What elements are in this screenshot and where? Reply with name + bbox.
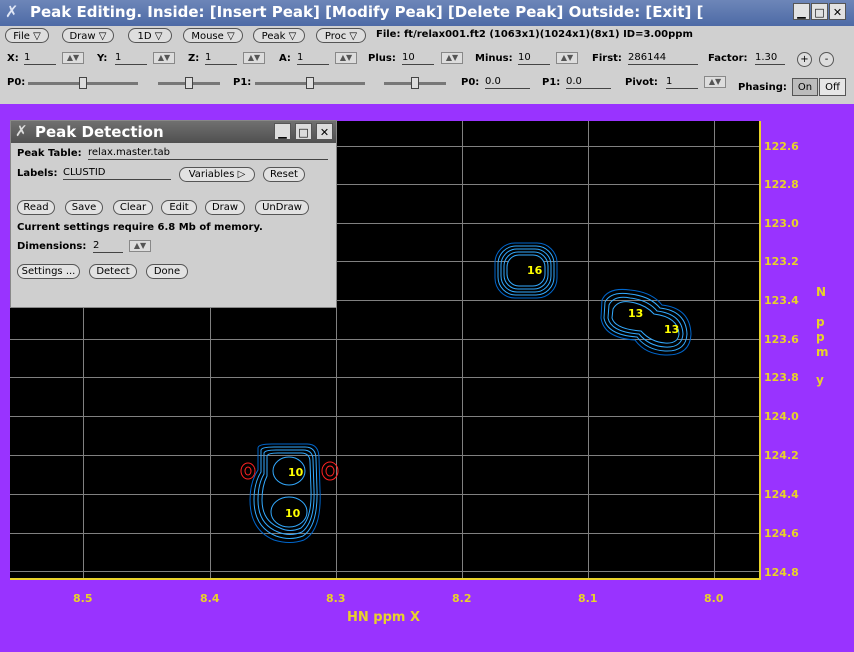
contour-overlay: 16 13 13 10 10 bbox=[240, 242, 692, 543]
y-tick-label: 123.2 bbox=[764, 255, 799, 268]
peak-10-contour[interactable] bbox=[249, 443, 321, 543]
y-tick-label: 123.6 bbox=[764, 333, 799, 346]
y-axis-title-char: m bbox=[816, 345, 829, 359]
y-tick-label: 123.4 bbox=[764, 294, 799, 307]
peak-label-13a[interactable]: 13 bbox=[628, 307, 643, 320]
y-axis-title-char: N bbox=[816, 285, 827, 299]
clear-button[interactable]: Clear bbox=[113, 200, 153, 215]
x-tick-label: 8.4 bbox=[200, 592, 220, 605]
labels-field[interactable]: CLUSTID bbox=[63, 167, 171, 180]
y-tick-label: 122.8 bbox=[764, 178, 799, 191]
y-tick-label: 124.8 bbox=[764, 566, 799, 579]
x-axis-title: HN ppm X bbox=[347, 610, 420, 625]
peak-table-field[interactable]: relax.master.tab bbox=[88, 147, 328, 160]
y-axis-title-char: y bbox=[816, 373, 824, 387]
y-tick-label: 122.6 bbox=[764, 140, 799, 153]
detect-button[interactable]: Detect bbox=[89, 264, 137, 279]
dimensions-label: Dimensions: bbox=[17, 241, 87, 252]
y-axis-title-char: p bbox=[816, 315, 825, 329]
peak-label-10b[interactable]: 10 bbox=[285, 507, 301, 520]
x-tick-label: 8.2 bbox=[452, 592, 472, 605]
dimensions-field[interactable]: 2 bbox=[93, 240, 123, 253]
read-button[interactable]: Read bbox=[17, 200, 55, 215]
edit-button[interactable]: Edit bbox=[161, 200, 197, 215]
done-button[interactable]: Done bbox=[146, 264, 188, 279]
x-tick-label: 8.0 bbox=[704, 592, 724, 605]
y-tick-label: 124.4 bbox=[764, 488, 799, 501]
peak-table-label: Peak Table: bbox=[17, 148, 82, 159]
x-logo-icon: ✗ bbox=[15, 122, 28, 140]
x-tick-label: 8.5 bbox=[73, 592, 93, 605]
peak-label-10a[interactable]: 10 bbox=[288, 466, 304, 479]
peak-label-13b[interactable]: 13 bbox=[664, 323, 679, 336]
y-tick-label: 124.0 bbox=[764, 410, 799, 423]
settings-button[interactable]: Settings ... bbox=[17, 264, 80, 279]
peak-label-16[interactable]: 16 bbox=[527, 264, 543, 277]
y-tick-label: 124.2 bbox=[764, 449, 799, 462]
y-tick-label: 123.0 bbox=[764, 217, 799, 230]
dialog-minimize-button[interactable]: ▁ bbox=[274, 123, 291, 140]
reset-button[interactable]: Reset bbox=[263, 167, 305, 182]
undraw-button[interactable]: UnDraw bbox=[255, 200, 309, 215]
draw-button[interactable]: Draw bbox=[205, 200, 245, 215]
peak-16-contour[interactable] bbox=[494, 242, 558, 299]
y-tick-label: 123.8 bbox=[764, 371, 799, 384]
peak-detection-dialog: ✗ Peak Detection ▁ □ ✕ Peak Table: relax… bbox=[10, 120, 337, 308]
x-tick-label: 8.3 bbox=[326, 592, 346, 605]
memory-text: Current settings require 6.8 Mb of memor… bbox=[17, 222, 263, 233]
x-tick-label: 8.1 bbox=[578, 592, 598, 605]
dimensions-spin-arrows[interactable]: ▲▼ bbox=[129, 240, 151, 252]
save-button[interactable]: Save bbox=[65, 200, 103, 215]
variables-button[interactable]: Variables ▷ bbox=[179, 167, 255, 182]
y-axis-title-char: p bbox=[816, 330, 825, 344]
y-tick-label: 124.6 bbox=[764, 527, 799, 540]
dialog-title-bar: ✗ Peak Detection ▁ □ ✕ bbox=[11, 121, 336, 143]
dialog-close-button[interactable]: ✕ bbox=[316, 123, 333, 140]
dialog-maximize-button[interactable]: □ bbox=[295, 123, 312, 140]
dialog-title: Peak Detection bbox=[35, 123, 164, 141]
labels-label: Labels: bbox=[17, 168, 58, 179]
